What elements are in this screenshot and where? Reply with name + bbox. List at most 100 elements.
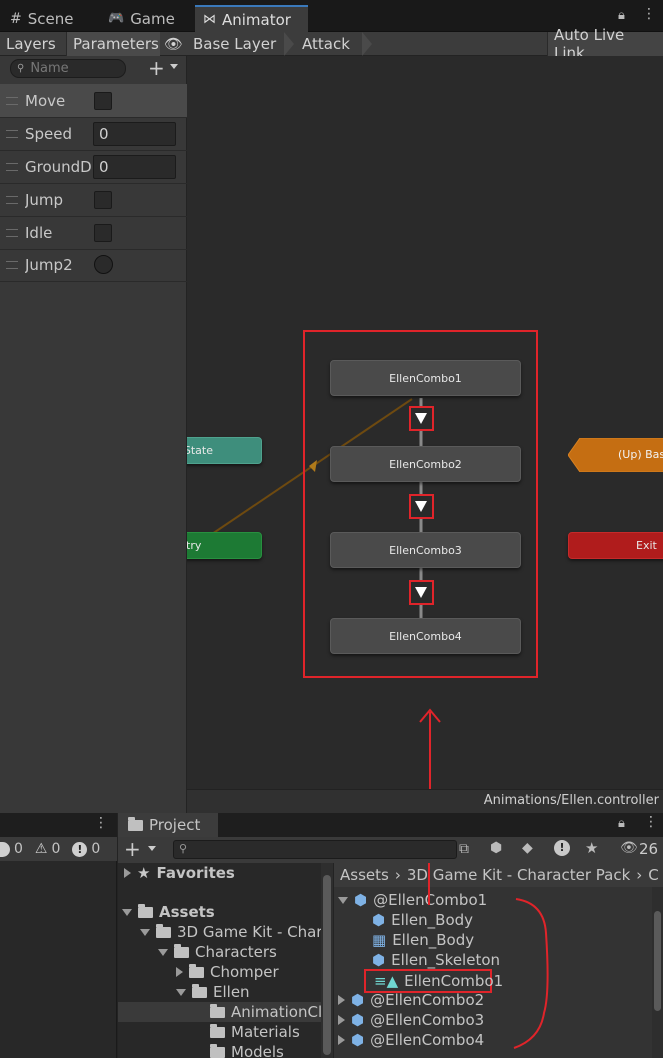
parameter-label: Speed [25,124,73,143]
favorite-star-icon[interactable]: ★ [585,839,598,857]
breadcrumb-base-layer[interactable]: Base Layer [187,32,287,56]
parameter-row-idle[interactable]: Idle [0,216,187,249]
tree-label: Favorites [156,864,235,882]
attack-label: Attack [302,35,350,53]
tab-scene[interactable]: # Scene [2,5,81,32]
graph-footer: Animations/Ellen.controller [187,789,663,813]
warning-icon[interactable]: ⚠ [35,841,48,857]
tab-animator[interactable]: ⋈ Animator [195,5,308,32]
up-base-layer-node[interactable]: (Up) Bas [568,438,663,472]
gamepad-icon: 🎮 [108,11,125,26]
kebab-menu-icon[interactable]: ⋮ [642,6,656,22]
parameter-row-grounddi[interactable]: GroundDi 0 [0,150,187,183]
any-state-node[interactable]: State [187,437,262,464]
folder-icon [156,923,171,938]
search-placeholder: Name [30,61,69,76]
parameter-row-jump[interactable]: Jump [0,183,187,216]
scrollbar-thumb[interactable] [654,911,661,1011]
parameter-checkbox[interactable] [94,91,112,110]
tree-item-materials[interactable]: Materials [210,1022,300,1042]
bottom-dock: ⋮ 0 ⚠ 0 ! 0 Project 🔒︎ ⋮ + ⚲ ⧉ ⬢ ◆ ! ★ 👁… [0,813,663,1058]
exit-node[interactable]: Exit [568,532,663,559]
collapse-arrow-icon[interactable] [140,928,150,936]
add-parameter-button[interactable]: + [148,56,165,80]
kebab-menu-icon[interactable]: ⋮ [644,814,658,830]
drag-handle-icon[interactable] [6,195,18,204]
parameter-label: Move [25,91,66,110]
create-button[interactable]: + [124,837,141,861]
expand-arrow-icon[interactable] [124,868,131,878]
tree-item-animation-clips[interactable]: AnimationCl [210,1002,321,1022]
filter-type-icon[interactable]: ⬢ [490,840,502,856]
project-search-input[interactable]: ⚲ [173,840,457,859]
tree-item-characters[interactable]: Characters [158,942,277,962]
parameter-float-field[interactable]: 0 [93,154,176,179]
drag-handle-icon[interactable] [6,129,18,138]
collapse-arrow-icon[interactable] [158,948,168,956]
star-icon: ★ [137,864,151,882]
asset-list-panel: Assets › 3D Game Kit - Character Pack › … [334,863,663,1058]
parameter-row-jump2[interactable]: Jump2 [0,248,187,281]
tab-game[interactable]: 🎮 Game [100,5,183,32]
chevron-down-icon[interactable] [148,846,156,851]
breadcrumb-attack[interactable]: Attack [296,32,366,56]
lock-icon[interactable]: 🔒︎ [618,816,625,831]
up-base-label: (Up) Bas [618,448,663,461]
tab-project[interactable]: Project [118,813,218,837]
collapse-arrow-icon[interactable] [122,908,132,916]
layers-tab[interactable]: Layers [0,32,67,56]
asset-list-scrollbar[interactable] [652,887,663,1058]
tree-item-models[interactable]: Models [210,1042,284,1058]
kebab-menu-icon[interactable]: ⋮ [94,815,108,831]
tab-game-label: Game [130,9,175,28]
parameter-search-field[interactable]: ⚲ Name [10,59,126,78]
folder-icon [174,943,189,958]
search-scope-icon[interactable]: ⧉ [459,841,469,857]
exit-label: Exit [636,539,657,552]
tree-item-chomper[interactable]: Chomper [176,962,279,982]
parameter-checkbox[interactable] [94,223,112,242]
folder-tree: ★ Favorites Assets 3D Game Kit - Char Ch… [118,863,321,1058]
expand-arrow-icon[interactable] [176,967,183,977]
chevron-down-icon[interactable] [170,64,178,69]
animator-icon: ⋈ [203,12,216,27]
tree-item-assets[interactable]: Assets [122,902,215,922]
animator-graph-canvas[interactable]: State try (Up) Bas Exit EllenCombo1 Elle… [187,56,663,813]
tree-scrollbar[interactable] [321,863,333,1058]
label-tag-icon[interactable]: ◆ [522,840,533,856]
parameter-float-field[interactable]: 0 [93,121,176,146]
parameter-row-move[interactable]: Move [0,84,187,117]
lock-icon[interactable]: 🔒︎ [618,8,625,23]
tree-item-favorites[interactable]: ★ Favorites [124,863,235,883]
error-icon[interactable]: ! [72,841,88,857]
tree-label: Characters [195,943,277,961]
parameter-checkbox[interactable] [94,190,112,209]
scrollbar-thumb[interactable] [323,875,331,1055]
tree-item-ellen[interactable]: Ellen [176,982,250,1002]
info-icon[interactable] [0,841,10,857]
tree-label: Assets [159,903,215,921]
tree-label: Materials [231,1023,300,1041]
tree-label: AnimationCl [231,1003,321,1021]
parameters-tab[interactable]: Parameters [67,32,160,56]
collapse-arrow-icon[interactable] [176,988,186,996]
drag-handle-icon[interactable] [6,260,18,269]
parameter-label: Jump2 [25,255,73,274]
parameter-label: GroundDi [25,157,92,176]
annotation-highlight-box [303,330,538,678]
folder-icon [128,816,143,831]
auto-live-link-button[interactable]: Auto Live Link [547,26,663,62]
parameter-trigger-radio[interactable] [94,255,113,274]
folder-icon [192,983,207,998]
eye-icon[interactable]: 👁︎ [620,840,638,856]
error-filter-icon[interactable]: ! [554,840,570,856]
drag-handle-icon[interactable] [6,96,18,105]
tree-item-kit[interactable]: 3D Game Kit - Char [140,922,321,942]
eye-icon[interactable]: 👁︎ [160,32,186,56]
console-panel: ⋮ 0 ⚠ 0 ! 0 [0,813,117,1058]
drag-handle-icon[interactable] [6,162,18,171]
drag-handle-icon[interactable] [6,228,18,237]
breadcrumb-separator-icon [362,32,372,56]
entry-node[interactable]: try [187,532,262,559]
parameter-row-speed[interactable]: Speed 0 [0,117,187,150]
